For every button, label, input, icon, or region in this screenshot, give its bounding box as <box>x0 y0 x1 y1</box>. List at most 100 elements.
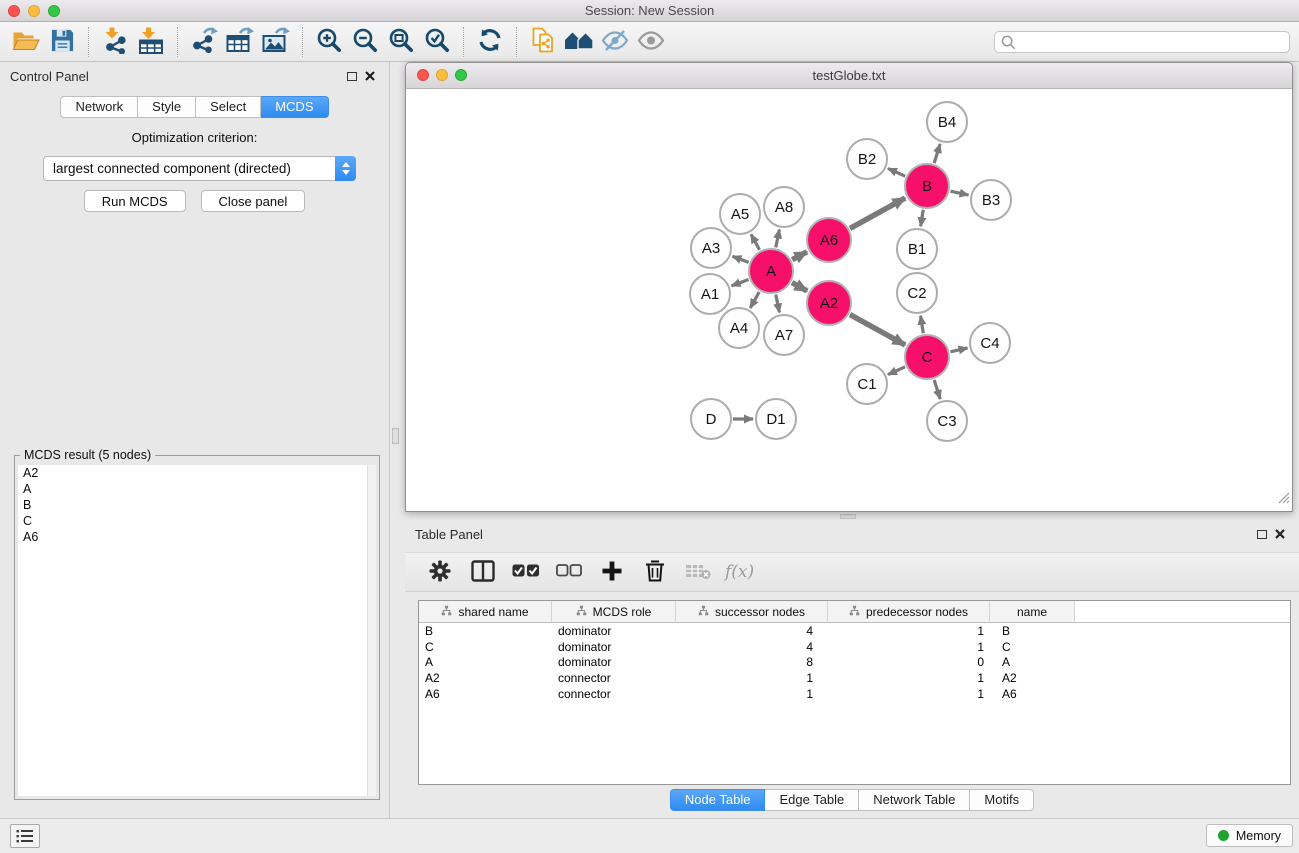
table-cell[interactable]: 1 <box>828 640 990 654</box>
graph-node-D1[interactable]: D1 <box>755 398 797 440</box>
column-header-shared-name[interactable]: shared name <box>419 601 552 623</box>
graph-edge-B-B3[interactable] <box>950 191 968 195</box>
table-cell[interactable]: 1 <box>828 624 990 638</box>
column-header-MCDS-role[interactable]: MCDS role <box>552 601 676 623</box>
graph-edge-A-A8[interactable] <box>776 230 780 248</box>
table-cell[interactable]: 1 <box>676 671 828 685</box>
graph-edge-B-B1[interactable] <box>921 210 924 227</box>
network-window-titlebar[interactable]: testGlobe.txt <box>406 63 1292 89</box>
graph-edge-A6-B[interactable] <box>850 198 905 228</box>
table-cell[interactable]: A6 <box>419 687 552 701</box>
table-cell[interactable]: A2 <box>419 671 552 685</box>
graph-edge-A-A2[interactable] <box>792 283 807 291</box>
mcds-result-list[interactable]: A2ABCA6 <box>18 465 376 796</box>
graph-node-A5[interactable]: A5 <box>719 193 761 235</box>
search-field[interactable] <box>994 31 1290 53</box>
graph-node-B3[interactable]: B3 <box>970 179 1012 221</box>
graph-node-A1[interactable]: A1 <box>689 273 731 315</box>
first-neighbors-button[interactable] <box>561 26 597 58</box>
graph-node-C1[interactable]: C1 <box>846 363 888 405</box>
table-row[interactable]: Bdominator41B <box>419 623 1290 639</box>
table-cell[interactable]: dominator <box>552 640 676 654</box>
table-cell[interactable]: A2 <box>990 671 1075 685</box>
graph-edge-C-C3[interactable] <box>934 380 940 399</box>
table-cell[interactable]: B <box>990 624 1075 638</box>
table-row[interactable]: Adominator80A <box>419 654 1290 670</box>
result-scrollbar[interactable] <box>367 465 376 796</box>
table-cell[interactable]: B <box>419 624 552 638</box>
graph-node-C3[interactable]: C3 <box>926 400 968 442</box>
add-column-button[interactable] <box>595 557 629 587</box>
tab-network[interactable]: Network <box>60 96 138 118</box>
graph-node-C2[interactable]: C2 <box>896 272 938 314</box>
graph-node-A8[interactable]: A8 <box>763 186 805 228</box>
horizontal-splitter-handle[interactable] <box>840 514 856 519</box>
memory-button[interactable]: Memory <box>1206 824 1293 847</box>
graph-edge-C-C1[interactable] <box>888 367 905 375</box>
network-zoom-button[interactable] <box>455 69 467 81</box>
column-header-successor-nodes[interactable]: successor nodes <box>676 601 828 623</box>
gear-button[interactable] <box>423 557 457 587</box>
tab-edge-table[interactable]: Edge Table <box>765 789 859 811</box>
result-item[interactable]: A <box>18 481 376 497</box>
export-image-button[interactable] <box>258 26 294 58</box>
graph-node-A6[interactable]: A6 <box>806 217 852 263</box>
table-cell[interactable]: A <box>990 655 1075 669</box>
graph-edge-A-A5[interactable] <box>751 234 760 250</box>
tab-node-table[interactable]: Node Table <box>670 789 766 811</box>
deselect-all-checkboxes-button[interactable] <box>552 557 586 587</box>
apply-preferred-layout-button[interactable] <box>472 26 508 58</box>
table-float-button[interactable] <box>1253 525 1271 543</box>
table-row[interactable]: A2connector11A2 <box>419 670 1290 686</box>
graph-edge-B-B2[interactable] <box>888 168 905 176</box>
new-network-from-selection-button[interactable] <box>525 26 561 58</box>
table-cell[interactable]: connector <box>552 671 676 685</box>
graph-edge-B-B4[interactable] <box>934 144 940 163</box>
task-history-button[interactable] <box>10 824 40 848</box>
graph-node-C[interactable]: C <box>904 334 950 380</box>
graph-node-B4[interactable]: B4 <box>926 101 968 143</box>
run-mcds-button[interactable]: Run MCDS <box>84 190 186 212</box>
graph-edge-A2-C[interactable] <box>850 315 905 345</box>
graph-node-B1[interactable]: B1 <box>896 228 938 270</box>
tab-mcds[interactable]: MCDS <box>261 96 328 118</box>
table-row[interactable]: A6connector11A6 <box>419 686 1290 702</box>
vertical-splitter-handle[interactable] <box>392 428 399 444</box>
zoom-out-button[interactable] <box>347 26 383 58</box>
node-table[interactable]: shared nameMCDS rolesuccessor nodesprede… <box>418 600 1291 785</box>
network-close-button[interactable] <box>417 69 429 81</box>
save-session-button[interactable] <box>44 26 80 58</box>
tab-style[interactable]: Style <box>138 96 196 118</box>
table-close-button[interactable] <box>1271 525 1289 543</box>
tab-network-table[interactable]: Network Table <box>859 789 970 811</box>
close-window-button[interactable] <box>8 5 20 17</box>
table-cell[interactable]: 4 <box>676 640 828 654</box>
zoom-in-button[interactable] <box>311 26 347 58</box>
search-input[interactable] <box>1020 34 1283 50</box>
zoom-fit-button[interactable] <box>383 26 419 58</box>
graph-node-A2[interactable]: A2 <box>806 280 852 326</box>
graph-node-B2[interactable]: B2 <box>846 138 888 180</box>
minimize-window-button[interactable] <box>28 5 40 17</box>
tab-motifs[interactable]: Motifs <box>970 789 1034 811</box>
table-cell[interactable]: dominator <box>552 624 676 638</box>
criterion-dropdown[interactable]: largest connected component (directed) <box>43 156 356 181</box>
graph-edge-C-C2[interactable] <box>921 316 924 334</box>
graph-edge-A-A6[interactable] <box>792 252 807 260</box>
result-item[interactable]: A6 <box>18 529 376 545</box>
graph-node-B[interactable]: B <box>904 163 950 209</box>
network-minimize-button[interactable] <box>436 69 448 81</box>
column-view-button[interactable] <box>466 557 500 587</box>
result-item[interactable]: C <box>18 513 376 529</box>
open-session-button[interactable] <box>8 26 44 58</box>
show-all-button[interactable] <box>633 26 669 58</box>
table-cell[interactable]: dominator <box>552 655 676 669</box>
graph-node-C4[interactable]: C4 <box>969 322 1011 364</box>
table-cell[interactable]: 4 <box>676 624 828 638</box>
table-cell[interactable]: 1 <box>828 687 990 701</box>
close-panel-action-button[interactable]: Close panel <box>201 190 306 212</box>
table-cell[interactable]: A <box>419 655 552 669</box>
table-cell[interactable]: connector <box>552 687 676 701</box>
result-item[interactable]: B <box>18 497 376 513</box>
select-all-checkboxes-button[interactable] <box>509 557 543 587</box>
